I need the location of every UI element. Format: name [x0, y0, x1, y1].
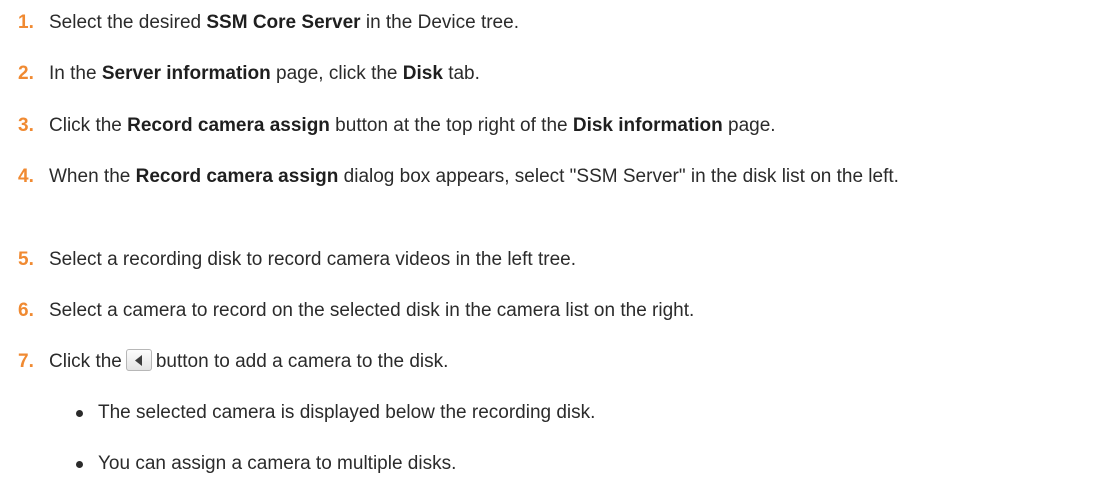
step-5: 5. Select a recording disk to record cam… — [18, 245, 1078, 275]
step-number: 6. — [18, 300, 34, 321]
left-arrow-icon — [134, 355, 142, 367]
step-text: When the Record camera assign dialog box… — [18, 162, 1078, 192]
step-number: 3. — [18, 115, 34, 136]
step-2: 2. In the Server information page, click… — [18, 59, 1078, 89]
step-3: 3. Click the Record camera assign button… — [18, 111, 1078, 141]
bold-term: Disk information — [572, 115, 723, 136]
step-4: 4. When the Record camera assign dialog … — [18, 162, 1078, 192]
bold-term: Disk — [402, 63, 443, 84]
step-6: 6. Select a camera to record on the sele… — [18, 296, 1078, 326]
bullet-dot — [76, 410, 83, 417]
bullet-dot — [76, 461, 83, 468]
text-run: Click the — [49, 115, 128, 136]
text-run: When the — [49, 166, 136, 187]
step-number: 5. — [18, 249, 34, 270]
step-number: 1. — [18, 12, 34, 33]
step-7: 7. Click the button to add a camera to th… — [18, 347, 1078, 377]
step-number: 7. — [18, 351, 34, 372]
instruction-document: 1. Select the desired SSM Core Server in… — [0, 0, 1095, 491]
step-text: Select a recording disk to record camera… — [49, 249, 576, 270]
step-text: Select a camera to record on the selecte… — [49, 300, 695, 321]
step-number: 2. — [18, 63, 34, 84]
bullet-item: You can assign a camera to multiple disk… — [76, 449, 1076, 479]
text-run: in the Device tree. — [360, 12, 519, 33]
step-text: Click the Record camera assign button at… — [18, 111, 1078, 141]
left-arrow-button — [125, 349, 152, 372]
bullet-text: You can assign a camera to multiple disk… — [98, 453, 457, 474]
text-run: Select the desired — [49, 12, 207, 33]
bullet-item: The selected camera is displayed below t… — [76, 398, 1076, 428]
text-run: button to add a camera to the disk. — [155, 351, 449, 372]
text-run: button at the top right of the — [329, 115, 573, 136]
text-run: In the — [49, 63, 102, 84]
bold-term: SSM Core Server — [206, 12, 361, 33]
step-number: 4. — [18, 166, 34, 187]
bold-term: Server information — [101, 63, 271, 84]
text-run: dialog box appears, select "SSM Server" … — [338, 166, 899, 187]
bold-term: Record camera assign — [135, 166, 339, 187]
step-text: Select the desired SSM Core Server in th… — [18, 8, 1078, 38]
step-text: Click the button to add a camera to the d… — [18, 347, 1078, 377]
bold-term: Record camera assign — [127, 115, 330, 136]
step-text: In the Server information page, click th… — [18, 59, 1078, 89]
bullet-text: The selected camera is displayed below t… — [98, 402, 596, 423]
text-run: tab. — [442, 63, 480, 84]
text-run: page, click the — [270, 63, 403, 84]
step-1: 1. Select the desired SSM Core Server in… — [18, 8, 1078, 38]
text-run: Click the — [49, 351, 122, 372]
text-run: page. — [722, 115, 776, 136]
